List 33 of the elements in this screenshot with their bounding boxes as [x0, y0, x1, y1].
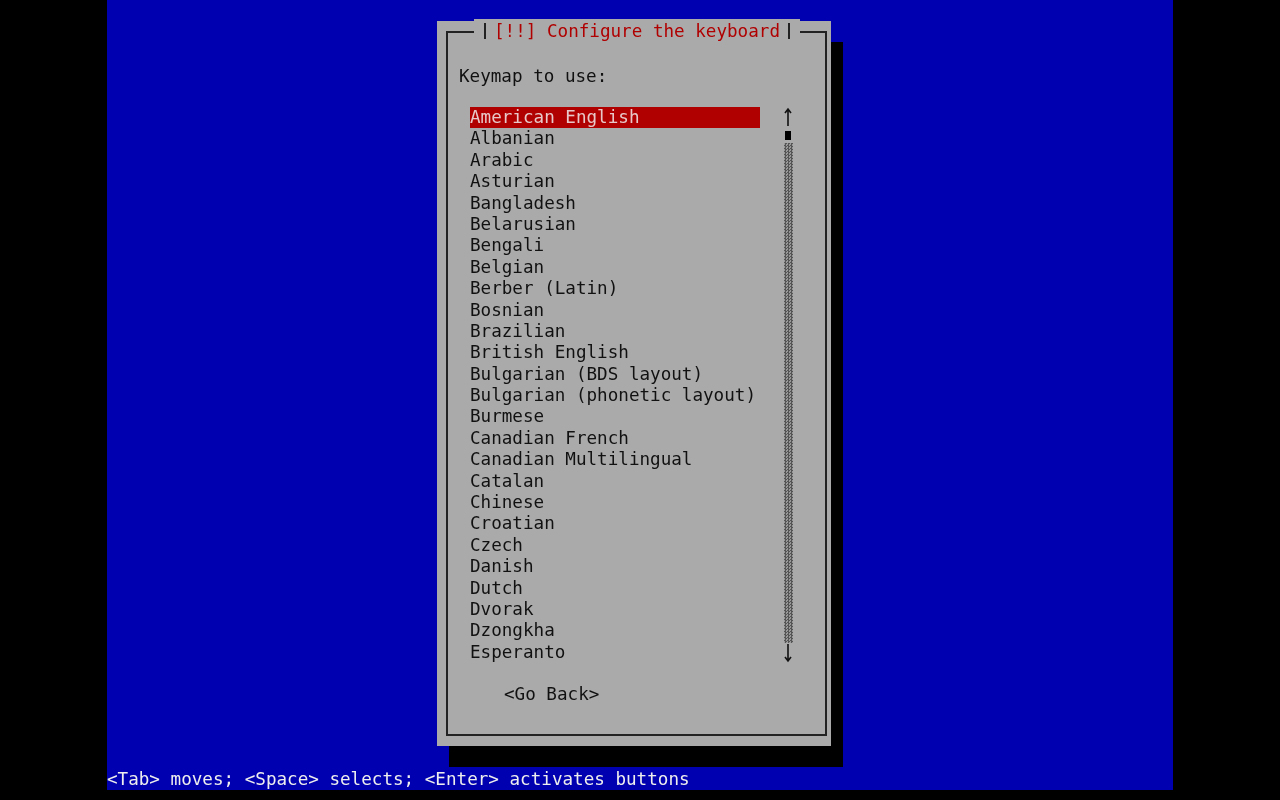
status-text: <Tab> moves; <Space> selects; <Enter> activates buttons — [107, 768, 691, 790]
keymap-option[interactable]: Bulgarian (phonetic layout) — [470, 385, 760, 407]
keymap-option[interactable]: Belarusian — [470, 213, 760, 236]
keymap-option[interactable]: Dvorak — [470, 599, 760, 621]
down-arrow-icon — [783, 643, 793, 664]
keymap-option[interactable]: Canadian French — [470, 427, 760, 450]
keymap-option[interactable]: Asturian — [470, 171, 760, 193]
keymap-option[interactable]: Bangladesh — [470, 192, 760, 214]
go-back-button[interactable]: <Go Back> — [504, 683, 600, 706]
keymap-option[interactable]: Czech — [470, 534, 760, 557]
keymap-option[interactable]: Chinese — [470, 492, 760, 514]
scroll-thumb[interactable] — [785, 131, 791, 140]
dialog-title: [!!] Configure the keyboard — [494, 20, 780, 43]
keymap-option[interactable]: Danish — [470, 556, 760, 578]
up-arrow-icon — [783, 107, 793, 127]
keymap-option[interactable]: American English — [470, 107, 760, 129]
keymap-option[interactable]: Brazilian — [470, 320, 760, 343]
keymap-option[interactable]: Croatian — [470, 513, 760, 535]
keymap-option[interactable]: Catalan — [470, 470, 760, 493]
keymap-option[interactable]: Esperanto — [470, 641, 760, 664]
keymap-option[interactable]: Burmese — [470, 406, 760, 428]
keymap-option[interactable]: Bulgarian (BDS layout) — [470, 363, 760, 386]
keymap-option[interactable]: Bengali — [470, 235, 760, 257]
keymap-option[interactable]: Dzongkha — [470, 620, 760, 642]
keymap-option[interactable]: Dutch — [470, 577, 760, 599]
keymap-option[interactable]: Canadian Multilingual — [470, 449, 760, 471]
keymap-option[interactable]: Bosnian — [470, 299, 760, 321]
keymap-option[interactable]: Berber (Latin) — [470, 278, 760, 300]
keymap-option[interactable]: Arabic — [470, 149, 760, 172]
keymap-option[interactable]: Belgian — [470, 256, 760, 279]
keymap-option[interactable]: Albanian — [470, 128, 760, 150]
prompt-label: Keymap to use: — [459, 65, 609, 87]
keymap-option[interactable]: British English — [470, 342, 760, 364]
